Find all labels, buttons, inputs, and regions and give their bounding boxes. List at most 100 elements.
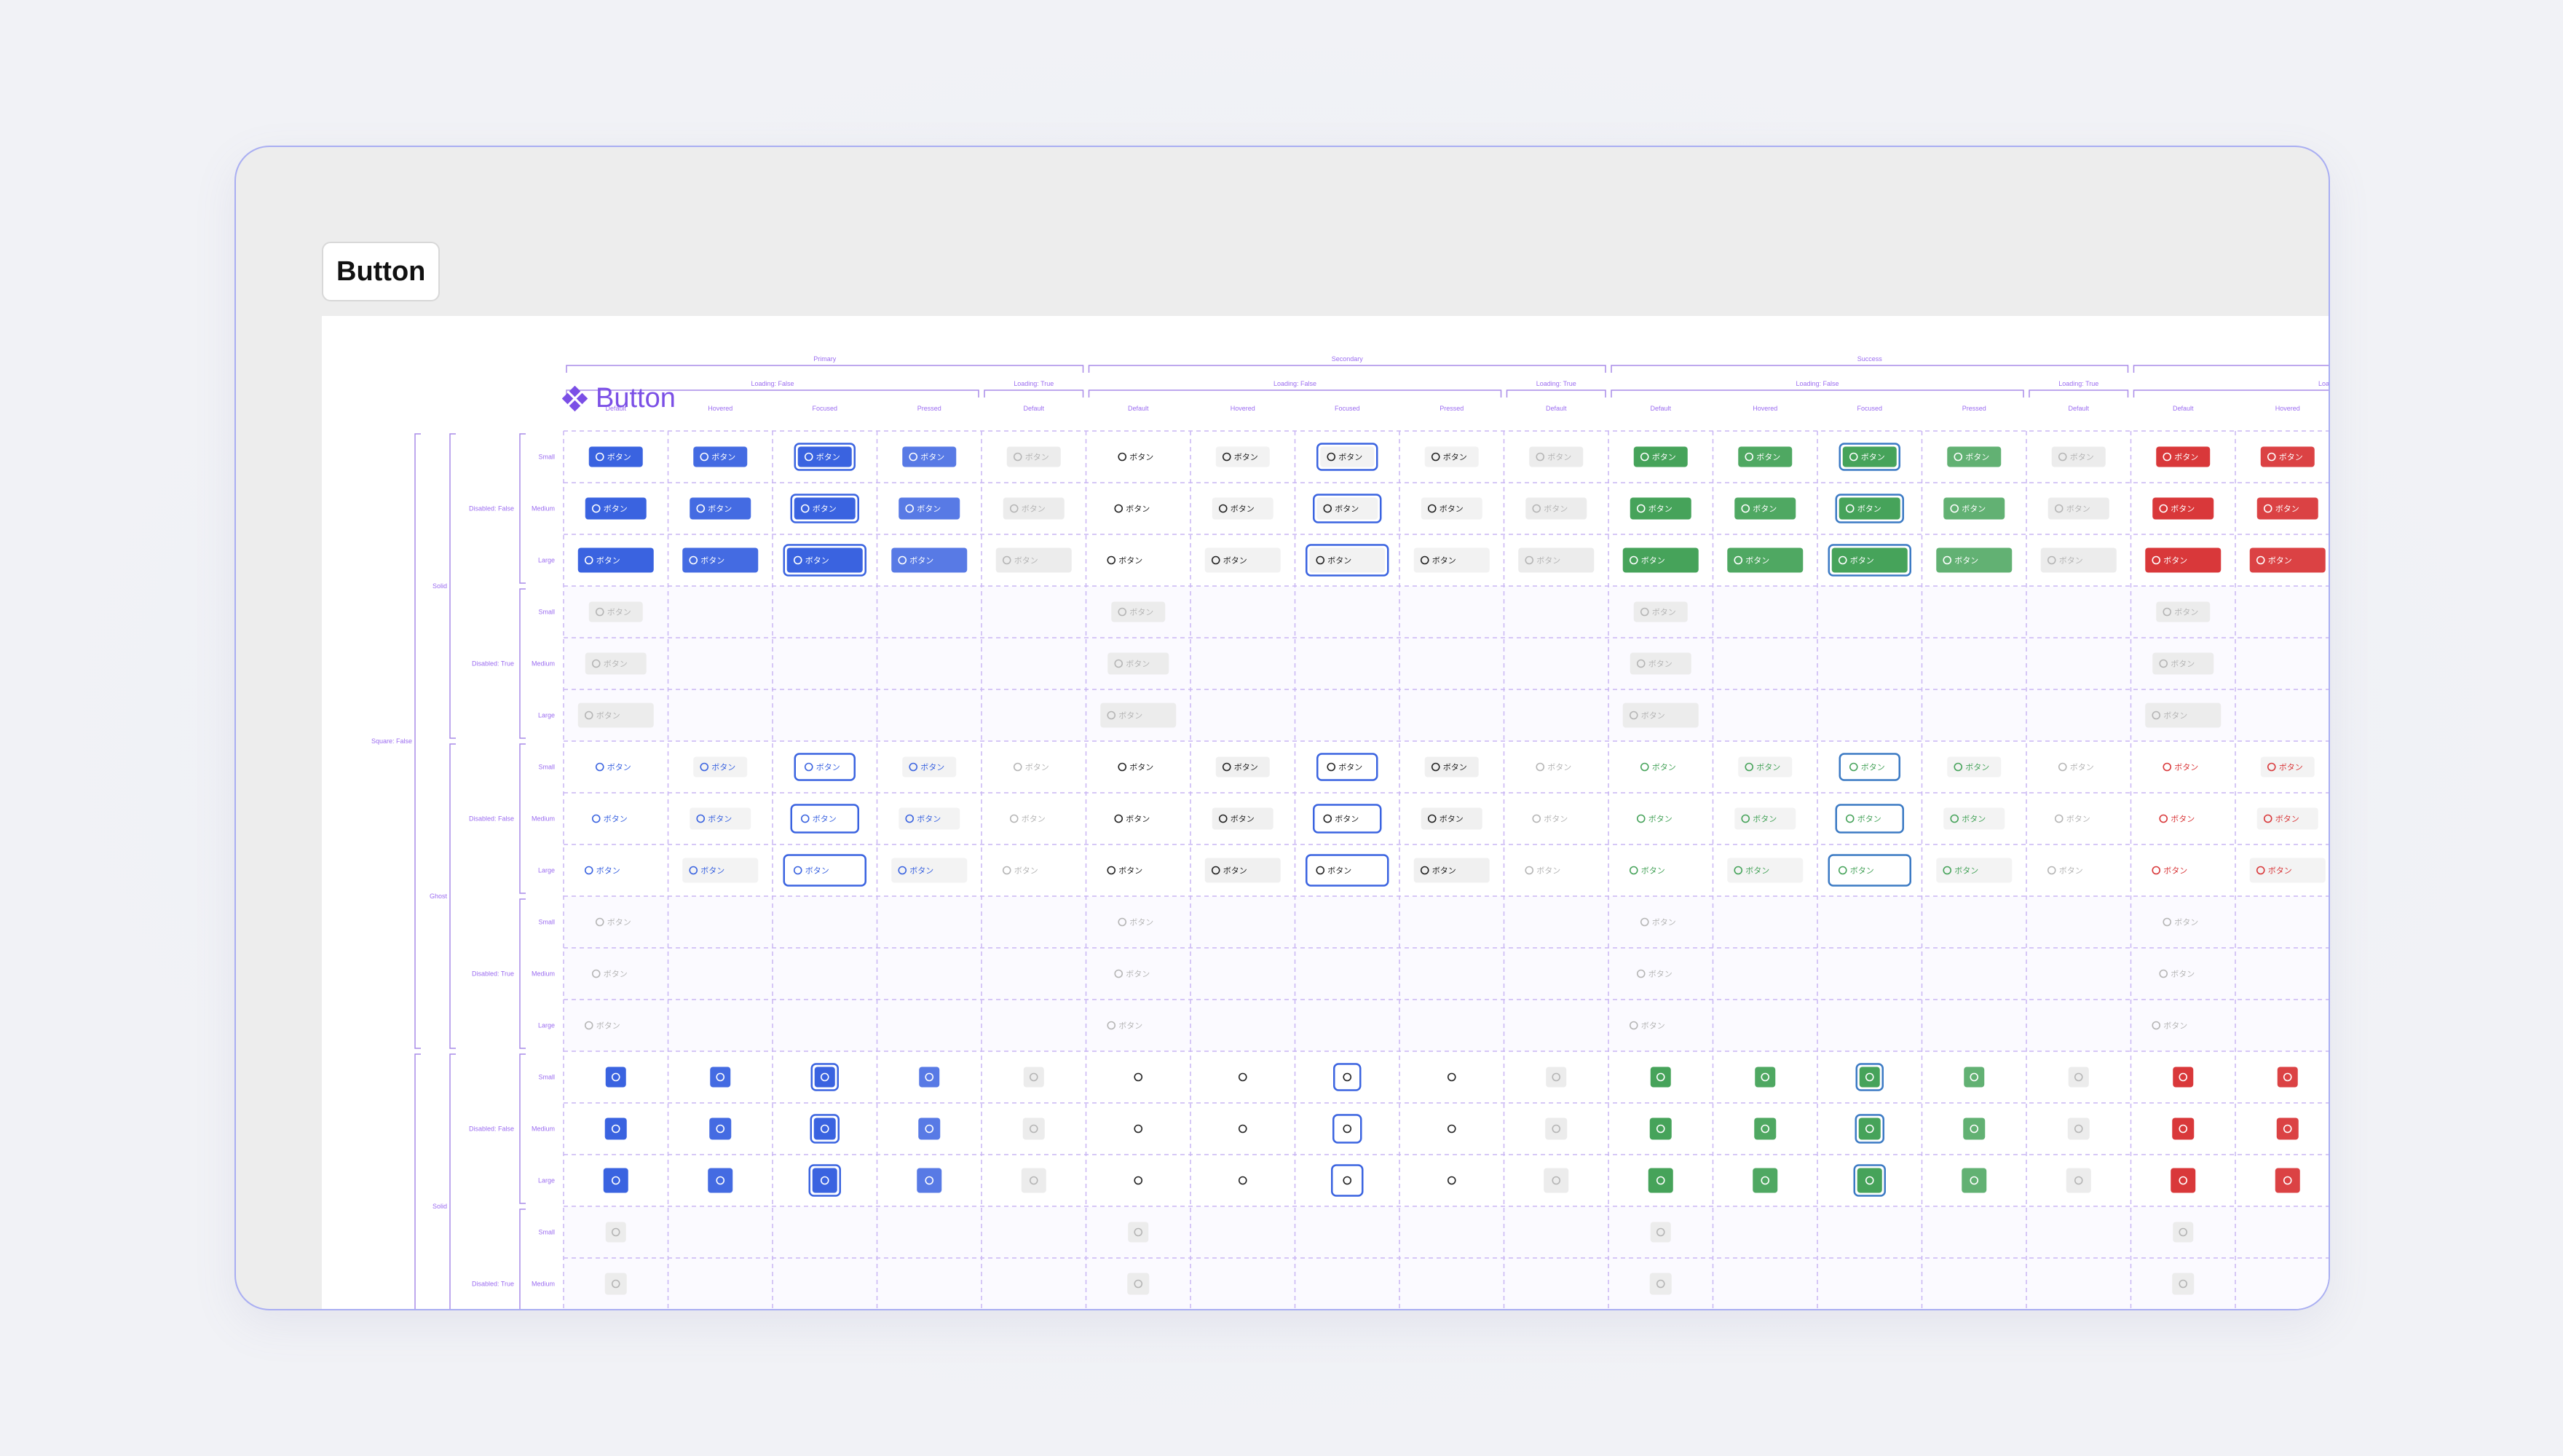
button-body[interactable] [1336, 1118, 1358, 1140]
button-body[interactable] [919, 1067, 940, 1088]
button-primary[interactable]: ボタン [693, 756, 748, 778]
button-primary[interactable] [1023, 1067, 1044, 1088]
button-body[interactable] [1023, 1067, 1044, 1088]
button-body[interactable] [1546, 1067, 1567, 1088]
button-secondary[interactable]: ボタン [1316, 753, 1378, 781]
button-secondary[interactable] [1442, 1067, 1462, 1088]
button-secondary[interactable] [1231, 1168, 1255, 1193]
button-success[interactable]: ボタン [1947, 756, 2002, 778]
button-body[interactable] [604, 1117, 627, 1140]
button-danger[interactable] [2173, 1222, 2194, 1243]
button-secondary[interactable]: ボタン [1413, 858, 1490, 883]
button-secondary[interactable] [1232, 1118, 1254, 1140]
button-body[interactable] [1962, 1168, 1987, 1193]
button-success[interactable] [1754, 1117, 1777, 1140]
button-body[interactable] [1233, 1067, 1253, 1088]
button-secondary[interactable] [1332, 1114, 1362, 1144]
button-primary[interactable]: ボタン [790, 804, 859, 834]
button-primary[interactable] [605, 1222, 626, 1243]
button-body[interactable] [1337, 1067, 1357, 1088]
button-primary[interactable]: ボタン [690, 807, 751, 830]
button-primary[interactable] [708, 1168, 733, 1193]
button-body[interactable] [917, 1168, 942, 1193]
button-danger[interactable]: ボタン [2256, 497, 2318, 520]
button-primary[interactable]: ボタン [1006, 446, 1061, 467]
button-primary[interactable] [918, 1117, 941, 1140]
button-secondary[interactable] [1545, 1117, 1568, 1140]
button-primary[interactable]: ボタン [1007, 757, 1061, 778]
button-body[interactable] [812, 1168, 837, 1193]
button-primary[interactable]: ボタン [585, 652, 647, 675]
button-body[interactable] [604, 1273, 627, 1295]
button-primary[interactable] [808, 1164, 841, 1197]
button-secondary[interactable]: ボタン [1529, 446, 1584, 467]
button-secondary[interactable]: ボタン [1204, 547, 1281, 573]
button-primary[interactable] [810, 1063, 839, 1091]
button-danger[interactable]: ボタン [2145, 547, 2222, 573]
button-primary[interactable] [919, 1067, 940, 1088]
button-danger[interactable]: ボタン [2152, 652, 2214, 675]
button-success[interactable] [1962, 1168, 1987, 1193]
button-success[interactable] [1755, 1067, 1776, 1088]
button-success[interactable] [1963, 1117, 1986, 1140]
button-success[interactable] [2068, 1067, 2089, 1088]
button-success[interactable] [1964, 1067, 1985, 1088]
button-success[interactable]: ボタン [1936, 547, 2013, 573]
button-body[interactable] [1128, 1067, 1148, 1088]
button-success[interactable]: ボタン [1943, 807, 2005, 830]
button-secondary[interactable] [1127, 1273, 1150, 1295]
button-body[interactable] [2173, 1222, 2194, 1243]
button-body[interactable] [814, 1067, 835, 1088]
button-primary[interactable] [810, 1114, 840, 1144]
button-body[interactable] [2068, 1067, 2089, 1088]
button-primary[interactable]: ボタン [902, 446, 957, 467]
button-primary[interactable]: ボタン [682, 858, 759, 883]
button-secondary[interactable] [1544, 1168, 1569, 1193]
button-success[interactable]: ボタン [1828, 854, 1911, 887]
button-body[interactable] [1964, 1067, 1985, 1088]
button-primary[interactable]: ボタン [589, 757, 643, 778]
button-success[interactable]: ボタン [2047, 497, 2109, 520]
button-success[interactable]: ボタン [2048, 808, 2109, 830]
button-secondary[interactable]: ボタン [1313, 494, 1382, 523]
button-body[interactable] [1441, 1118, 1463, 1140]
button-primary[interactable]: ボタン [899, 807, 960, 830]
button-success[interactable] [1855, 1063, 1884, 1091]
button-body[interactable] [1963, 1117, 1986, 1140]
button-success[interactable] [1853, 1164, 1886, 1197]
button-success[interactable] [1649, 1273, 1672, 1295]
button-primary[interactable] [603, 1168, 628, 1193]
button-secondary[interactable] [1441, 1118, 1463, 1140]
button-body[interactable] [710, 1067, 731, 1088]
button-success[interactable]: ボタン [1630, 808, 1691, 830]
button-success[interactable]: ボタン [1727, 858, 1804, 883]
button-primary[interactable]: ボタン [783, 544, 866, 577]
button-body[interactable] [1335, 1168, 1359, 1193]
button-success[interactable]: ボタン [1623, 858, 1699, 883]
button-primary[interactable]: ボタン [585, 497, 647, 520]
button-danger[interactable] [2171, 1168, 2196, 1193]
button-secondary[interactable] [1331, 1164, 1364, 1197]
button-secondary[interactable]: ボタン [1306, 544, 1389, 577]
button-secondary[interactable] [1128, 1067, 1148, 1088]
button-success[interactable] [1855, 1114, 1884, 1144]
button-body[interactable] [1128, 1222, 1149, 1243]
button-secondary[interactable]: ボタン [1107, 652, 1169, 675]
button-danger[interactable]: ボタン [2156, 601, 2211, 622]
button-body[interactable] [708, 1168, 733, 1193]
button-secondary[interactable]: ボタン [1111, 757, 1165, 778]
button-success[interactable] [1648, 1168, 1673, 1193]
button-secondary[interactable]: ボタン [1313, 804, 1382, 834]
button-body[interactable] [1857, 1168, 1882, 1193]
button-success[interactable] [1650, 1222, 1671, 1243]
button-primary[interactable]: ボタン [588, 601, 643, 622]
button-body[interactable] [605, 1222, 626, 1243]
button-primary[interactable]: ボタン [577, 547, 654, 573]
button-primary[interactable]: ボタン [794, 443, 856, 471]
button-primary[interactable]: ボタン [794, 753, 856, 781]
button-primary[interactable] [604, 1117, 627, 1140]
button-secondary[interactable]: ボタン [1100, 547, 1177, 573]
button-body[interactable] [709, 1117, 732, 1140]
button-danger[interactable]: ボタン [2145, 703, 2222, 728]
button-secondary[interactable]: ボタン [1525, 808, 1587, 830]
